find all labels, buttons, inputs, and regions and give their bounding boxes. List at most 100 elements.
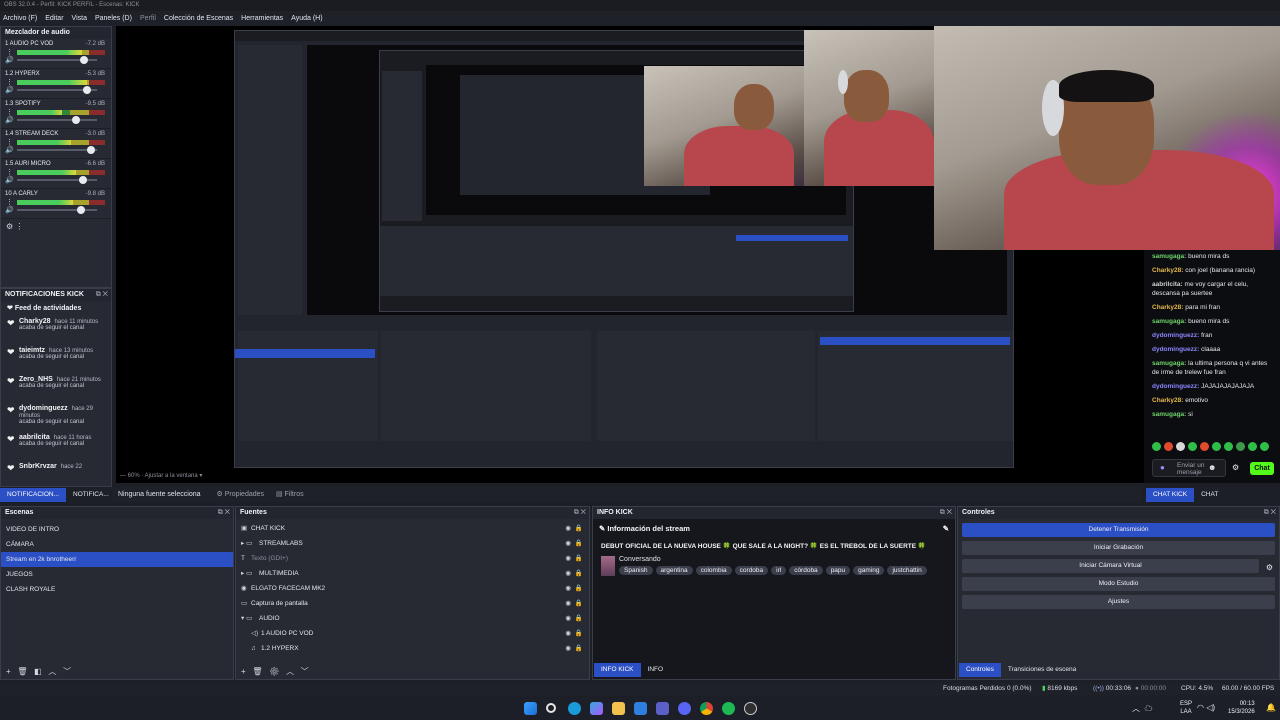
dock-tab[interactable]: Controles: [959, 663, 1001, 677]
source-item[interactable]: ▭ Captura de pantalla ◉ 🔒: [236, 596, 589, 611]
menu-item[interactable]: Colección de Escenas: [164, 15, 233, 22]
notification-bell-icon[interactable]: 🔔: [1266, 703, 1276, 712]
scene-item[interactable]: VIDEO DE INTRO: [1, 522, 233, 537]
source-down-icon[interactable]: ﹀: [301, 667, 309, 676]
visibility-eye-icon[interactable]: ◉: [565, 626, 571, 641]
chat-username[interactable]: aabrilcita: [1152, 281, 1181, 288]
edge-icon[interactable]: [568, 702, 581, 715]
volume-knob[interactable]: [77, 206, 85, 214]
speaker-icon[interactable]: 🔊: [5, 146, 14, 154]
teams-icon[interactable]: [656, 702, 669, 715]
chat-username[interactable]: dydominguezz: [1152, 346, 1197, 353]
wifi-icon[interactable]: ◠ ◁): [1197, 703, 1215, 712]
clock[interactable]: 00:13 15/3/2026: [1228, 700, 1255, 716]
dock-tab[interactable]: NOTIFICA...: [66, 488, 116, 502]
visibility-eye-icon[interactable]: ◉: [565, 566, 571, 581]
scene-item[interactable]: CLASH ROYALE: [1, 582, 233, 597]
menu-item[interactable]: Perfil: [140, 15, 156, 22]
remove-scene-icon[interactable]: 🗑: [17, 667, 27, 676]
volume-knob[interactable]: [80, 56, 88, 64]
chat-send-button[interactable]: Chat: [1250, 462, 1274, 475]
track-menu-icon[interactable]: ⋮: [6, 138, 13, 146]
mic-icon[interactable]: ●: [1160, 463, 1165, 472]
chat-username[interactable]: dydominguezz: [1152, 332, 1197, 339]
dock-tab[interactable]: INFO: [641, 663, 671, 677]
chat-username[interactable]: samugaga: [1152, 253, 1184, 260]
speaker-icon[interactable]: 🔊: [5, 206, 14, 214]
visibility-eye-icon[interactable]: ◉: [565, 521, 571, 536]
volume-slider[interactable]: [17, 146, 97, 154]
move-down-icon[interactable]: ﹀: [63, 667, 71, 676]
speaker-icon[interactable]: 🔊: [5, 176, 14, 184]
visibility-eye-icon[interactable]: ◉: [565, 611, 571, 626]
chat-username[interactable]: dydominguezz: [1152, 383, 1197, 390]
edit-icon[interactable]: ✎: [943, 524, 949, 533]
lock-icon[interactable]: 🔒: [575, 611, 583, 626]
volume-slider[interactable]: [17, 176, 97, 184]
visibility-eye-icon[interactable]: ◉: [565, 641, 571, 656]
control-button[interactable]: Iniciar Cámara Virtual: [962, 559, 1259, 573]
source-item[interactable]: ▾ ▭ AUDIO ◉ 🔒: [236, 611, 589, 626]
copilot-icon[interactable]: [590, 702, 603, 715]
chat-username[interactable]: Charky28: [1152, 267, 1181, 274]
volume-slider[interactable]: [17, 116, 97, 124]
track-menu-icon[interactable]: ⋮: [6, 48, 13, 56]
lock-icon[interactable]: 🔒: [575, 626, 583, 641]
discord-icon[interactable]: [678, 702, 691, 715]
tray-icons[interactable]: ︿ ☁: [1132, 703, 1157, 714]
volume-knob[interactable]: [83, 86, 91, 94]
source-item[interactable]: ◁) 1 AUDIO PC VOD ◉ 🔒: [236, 626, 589, 641]
speaker-icon[interactable]: 🔊: [5, 56, 14, 64]
obs-icon[interactable]: [744, 702, 757, 715]
speaker-icon[interactable]: 🔊: [5, 116, 14, 124]
volume-slider[interactable]: [17, 86, 97, 94]
chat-username[interactable]: samugaga: [1152, 411, 1184, 418]
dock-tab[interactable]: NOTIFICACION...: [0, 488, 66, 502]
menu-item[interactable]: Paneles (D): [95, 15, 132, 22]
windows-start-icon[interactable]: [524, 702, 537, 715]
dock-controls[interactable]: ⧉ ✕: [96, 289, 108, 301]
speaker-icon[interactable]: 🔊: [5, 86, 14, 94]
dock-tab[interactable]: CHAT KICK: [1146, 488, 1195, 502]
control-button[interactable]: Ajustes: [962, 595, 1275, 609]
menu-item[interactable]: Editar: [45, 15, 63, 22]
lock-icon[interactable]: 🔒: [575, 536, 583, 551]
file-explorer-icon[interactable]: [612, 702, 625, 715]
menu-item[interactable]: Herramientas: [241, 15, 283, 22]
menu-item[interactable]: Archivo (F): [3, 15, 37, 22]
track-menu-icon[interactable]: ⋮: [6, 198, 13, 206]
emoji-icon[interactable]: ☻: [1208, 463, 1216, 472]
spotify-icon[interactable]: [722, 702, 735, 715]
language-indicator[interactable]: ESP LAA: [1180, 700, 1192, 716]
source-up-icon[interactable]: ︿: [286, 667, 294, 676]
lock-icon[interactable]: 🔒: [575, 596, 583, 611]
menu-item[interactable]: Ayuda (H): [291, 15, 322, 22]
chat-username[interactable]: Charky28: [1152, 397, 1181, 404]
source-item[interactable]: ▸ ▭ STREAMLABS ◉ 🔒: [236, 536, 589, 551]
lock-icon[interactable]: 🔒: [575, 641, 583, 656]
volume-knob[interactable]: [87, 146, 95, 154]
visibility-eye-icon[interactable]: ◉: [565, 536, 571, 551]
volume-knob[interactable]: [79, 176, 87, 184]
control-button[interactable]: Iniciar Grabación: [962, 541, 1275, 555]
track-menu-icon[interactable]: ⋮: [6, 108, 13, 116]
track-menu-icon[interactable]: ⋮: [6, 78, 13, 86]
dock-tab[interactable]: CHAT: [1194, 488, 1225, 502]
dock-tab[interactable]: INFO KICK: [594, 663, 641, 677]
source-item[interactable]: ♫ 1.2 HYPERX ◉ 🔒: [236, 641, 589, 656]
store-icon[interactable]: [634, 702, 647, 715]
track-menu-icon[interactable]: ⋮: [6, 168, 13, 176]
control-button[interactable]: Modo Estudio: [962, 577, 1275, 591]
add-scene-icon[interactable]: +: [6, 667, 11, 676]
chat-username[interactable]: samugaga: [1152, 360, 1184, 367]
chat-username[interactable]: Charky28: [1152, 304, 1181, 311]
lock-icon[interactable]: 🔒: [575, 551, 583, 566]
search-icon[interactable]: [546, 703, 556, 713]
visibility-eye-icon[interactable]: ◉: [565, 596, 571, 611]
visibility-eye-icon[interactable]: ◉: [565, 581, 571, 596]
preview-canvas[interactable]: samugaga: bueno mira ds Charky28: con joe…: [116, 26, 1280, 483]
chrome-icon[interactable]: [700, 702, 713, 715]
dock-tab[interactable]: Transiciones de escena: [1001, 663, 1083, 677]
volume-slider[interactable]: [17, 206, 97, 214]
scene-item[interactable]: Stream en 2k bnrotheerr: [1, 552, 233, 567]
